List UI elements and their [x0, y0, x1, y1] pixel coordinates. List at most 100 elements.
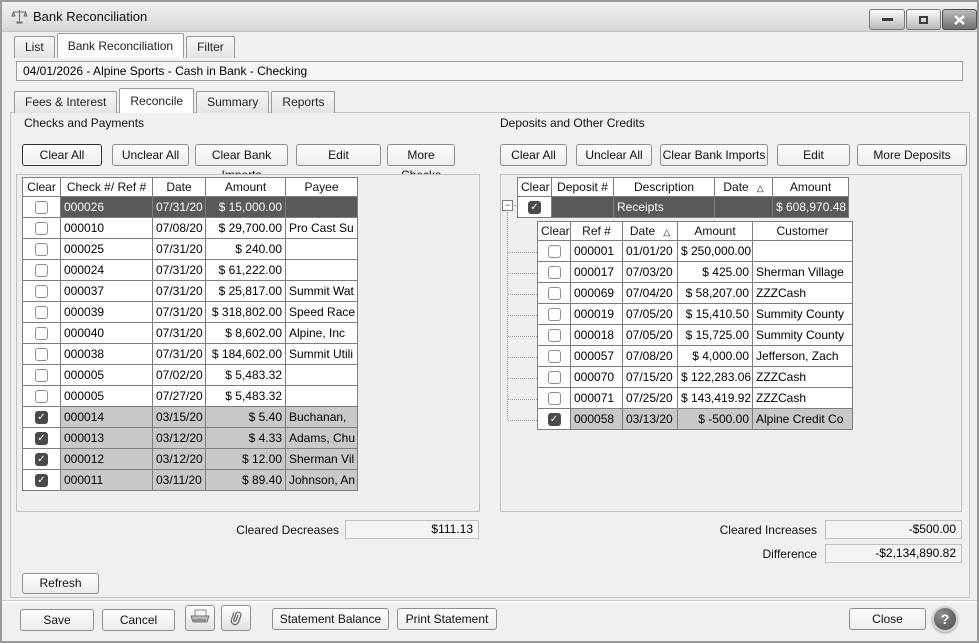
table-row[interactable]: ✓00001203/12/20$ 12.00Sherman Vil — [23, 449, 358, 470]
column-header[interactable]: Clear — [23, 178, 61, 197]
help-button[interactable]: ? — [932, 606, 958, 632]
table-row[interactable]: 00001007/08/20$ 29,700.00Pro Cast Su — [23, 218, 358, 239]
clear-checkbox[interactable] — [35, 222, 48, 235]
column-header[interactable]: Deposit # — [552, 178, 614, 197]
clear-checkbox[interactable] — [548, 329, 561, 342]
clear-checkbox[interactable] — [548, 266, 561, 279]
column-header[interactable]: Date — [153, 178, 206, 197]
table-row[interactable]: 00007007/15/20$ 122,283.06ZZZCash — [538, 367, 853, 388]
clear-checkbox[interactable] — [35, 243, 48, 256]
title-bar[interactable]: Bank Reconciliation — [2, 2, 977, 32]
clear-checkbox[interactable] — [35, 264, 48, 277]
table-row[interactable]: 00002407/31/20$ 61,222.00 — [23, 260, 358, 281]
clear-checkbox[interactable]: ✓ — [528, 201, 541, 214]
table-row[interactable]: 00005707/08/20$ 4,000.00Jefferson, Zach — [538, 346, 853, 367]
clear-checkbox[interactable] — [35, 285, 48, 298]
clear-checkbox[interactable] — [548, 308, 561, 321]
tab-list[interactable]: List — [14, 36, 55, 58]
column-header[interactable]: Amount — [773, 178, 849, 197]
clear-checkbox[interactable] — [548, 350, 561, 363]
clear-checkbox[interactable] — [35, 348, 48, 361]
close-window-button[interactable] — [942, 9, 977, 30]
column-header[interactable]: Date△ — [623, 222, 678, 241]
table-row[interactable]: 00002507/31/20$ 240.00 — [23, 239, 358, 260]
clear-checkbox[interactable] — [548, 371, 561, 384]
clear-checkbox[interactable] — [35, 306, 48, 319]
tab-summary[interactable]: Summary — [196, 91, 269, 113]
column-header[interactable]: Ref # — [571, 222, 623, 241]
column-header[interactable]: Payee — [286, 178, 358, 197]
statement-balance-button[interactable]: Statement Balance — [272, 608, 389, 630]
clear-checkbox[interactable] — [35, 201, 48, 214]
table-row[interactable]: 00002607/31/20$ 15,000.00 — [23, 197, 358, 218]
column-header[interactable]: Check #/ Ref # — [61, 178, 153, 197]
checks-clear-bank-imports-button[interactable]: Clear Bank Imports — [195, 144, 288, 166]
column-header[interactable]: Amount — [678, 222, 753, 241]
column-header[interactable]: Clear — [518, 178, 552, 197]
clear-checkbox[interactable] — [35, 369, 48, 382]
tab-bank-reconciliation[interactable]: Bank Reconciliation — [57, 33, 184, 58]
table-row[interactable]: ✓00001403/15/20$ 5.40Buchanan, — [23, 407, 358, 428]
clear-checkbox[interactable]: ✓ — [35, 432, 48, 445]
table-row[interactable]: 00003807/31/20$ 184,602.00Summit Utili — [23, 344, 358, 365]
clear-checkbox[interactable]: ✓ — [35, 474, 48, 487]
column-header[interactable]: Customer — [753, 222, 853, 241]
tab-fees-interest[interactable]: Fees & Interest — [14, 91, 117, 113]
maximize-button[interactable] — [906, 9, 941, 30]
table-row[interactable]: 00003707/31/20$ 25,817.00Summit Wat — [23, 281, 358, 302]
clear-checkbox[interactable]: ✓ — [548, 413, 561, 426]
cancel-button[interactable]: Cancel — [102, 609, 175, 631]
tab-reconcile[interactable]: Reconcile — [119, 88, 194, 113]
clear-checkbox[interactable]: ✓ — [35, 453, 48, 466]
more-checks-button[interactable]: More Checks — [387, 144, 455, 166]
cell-amount: $ 8,602.00 — [206, 323, 286, 344]
table-row[interactable]: 00000507/27/20$ 5,483.32 — [23, 386, 358, 407]
table-row[interactable]: ✓Receipts$ 608,970.48 — [518, 197, 849, 218]
cell-clear — [23, 239, 61, 260]
minimize-button[interactable] — [869, 9, 905, 30]
cell-clear — [23, 281, 61, 302]
table-row[interactable]: 00001807/05/20$ 15,725.00Summity County — [538, 325, 853, 346]
close-button[interactable]: Close — [849, 608, 926, 630]
clear-checkbox[interactable] — [548, 245, 561, 258]
table-row[interactable]: ✓00001303/12/20$ 4.33Adams, Chu — [23, 428, 358, 449]
print-button[interactable] — [185, 605, 215, 631]
column-header[interactable]: Description — [614, 178, 715, 197]
clear-checkbox[interactable] — [548, 287, 561, 300]
column-header[interactable]: Clear — [538, 222, 571, 241]
deposits-unclear-all-button[interactable]: Unclear All — [576, 144, 652, 166]
table-row[interactable]: 00000507/02/20$ 5,483.32 — [23, 365, 358, 386]
clear-checkbox[interactable] — [548, 392, 561, 405]
deposits-clear-bank-imports-button[interactable]: Clear Bank Imports — [660, 144, 768, 166]
table-row[interactable]: 00003907/31/20$ 318,802.00Speed Race — [23, 302, 358, 323]
deposits-clear-all-button[interactable]: Clear All — [500, 144, 567, 166]
checks-edit-button[interactable]: Edit — [296, 144, 381, 166]
difference-label: Difference — [642, 547, 817, 561]
table-row[interactable]: 00007107/25/20$ 143,419.92ZZZCash — [538, 388, 853, 409]
table-row[interactable]: 00006907/04/20$ 58,207.00ZZZCash — [538, 283, 853, 304]
table-row[interactable]: ✓00005803/13/20$ -500.00Alpine Credit Co — [538, 409, 853, 430]
tab-filter[interactable]: Filter — [186, 36, 235, 58]
tab-reports[interactable]: Reports — [271, 91, 335, 113]
print-statement-button[interactable]: Print Statement — [397, 608, 497, 630]
clear-checkbox[interactable]: ✓ — [35, 411, 48, 424]
table-row[interactable]: 00001907/05/20$ 15,410.50Summity County — [538, 304, 853, 325]
table-row[interactable]: 00000101/01/20$ 250,000.00 — [538, 241, 853, 262]
save-button[interactable]: Save — [20, 609, 94, 631]
more-deposits-button[interactable]: More Deposits — [857, 144, 967, 166]
table-row[interactable]: 00004007/31/20$ 8,602.00Alpine, Inc — [23, 323, 358, 344]
table-row[interactable]: 00001707/03/20$ 425.00Sherman Village — [538, 262, 853, 283]
refresh-button[interactable]: Refresh — [22, 573, 99, 594]
clear-checkbox[interactable] — [35, 327, 48, 340]
account-bar[interactable]: 04/01/2026 - Alpine Sports - Cash in Ban… — [16, 61, 963, 81]
table-row[interactable]: ✓00001103/11/20$ 89.40Johnson, An — [23, 470, 358, 491]
checks-unclear-all-button[interactable]: Unclear All — [112, 144, 189, 166]
column-header[interactable]: Amount — [206, 178, 286, 197]
column-header[interactable]: Date△ — [715, 178, 773, 197]
checks-clear-all-button[interactable]: Clear All — [22, 144, 102, 166]
clear-checkbox[interactable] — [35, 390, 48, 403]
deposits-edit-button[interactable]: Edit — [777, 144, 850, 166]
footer-separator — [2, 600, 977, 603]
attachments-button[interactable] — [221, 605, 251, 631]
collapse-receipts-toggle[interactable]: − — [502, 200, 513, 211]
